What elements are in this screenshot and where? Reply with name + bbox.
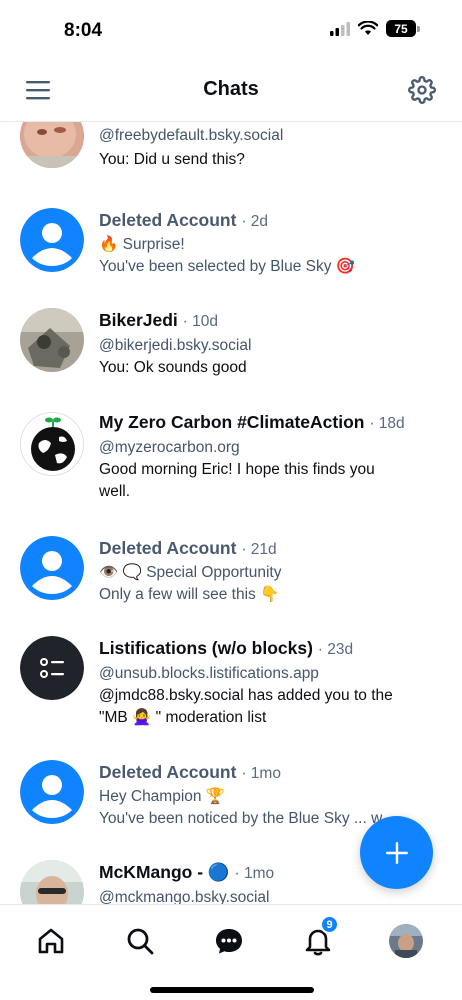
gear-icon (408, 76, 436, 104)
chat-time: · 10d (182, 313, 219, 330)
chat-time: · 18d (369, 415, 405, 432)
plus-icon (385, 841, 408, 864)
chat-handle: @unsub.blocks.listifications.app (99, 665, 319, 682)
chat-message: You: Ok sounds good (99, 359, 247, 376)
search-icon (127, 928, 154, 955)
home-indicator (150, 987, 314, 993)
page-title: Chats (203, 78, 259, 100)
battery-level: 75 (386, 20, 416, 37)
avatar (20, 122, 84, 168)
chat-name: Deleted Account (99, 762, 237, 782)
chat-item[interactable]: BikerJedi · 10d @bikerjedi.bsky.social Y… (0, 308, 462, 408)
chat-message-line1: 👁️ 🗨️ Special Opportunity (99, 564, 282, 581)
chat-name: BikerJedi (99, 310, 178, 330)
nav-search[interactable] (122, 923, 158, 959)
list-icon (20, 636, 84, 700)
chat-handle: @bikerjedi.bsky.social (99, 337, 252, 354)
chat-message-line2: You've been selected by Blue Sky 🎯 (99, 258, 356, 275)
default-avatar-icon (20, 760, 84, 824)
chat-list: @freebydefault.bsky.social You: Did u se… (0, 122, 462, 904)
nav-home[interactable] (33, 923, 69, 959)
nav-profile[interactable] (388, 923, 424, 959)
chat-message-line1: @jmdc88.bsky.social has added you to the (99, 687, 393, 704)
bottom-nav: 9 (0, 904, 462, 1000)
status-bar: 8:04 75 (0, 0, 462, 60)
avatar-default (20, 208, 84, 272)
chat-item[interactable]: Deleted Account · 2d 🔥 Surprise! You've … (0, 208, 462, 308)
nav-chat[interactable] (211, 923, 247, 959)
wifi-icon (358, 21, 378, 35)
chat-time: · 21d (241, 541, 277, 558)
chat-item[interactable]: Listifications (w/o blocks) · 23d @unsub… (0, 636, 462, 760)
chat-handle: @myzerocarbon.org (99, 439, 240, 456)
chat-message-line2: well. (99, 483, 131, 500)
chat-name: Listifications (w/o blocks) (99, 638, 313, 658)
chat-item[interactable]: Deleted Account · 21d 👁️ 🗨️ Special Oppo… (0, 536, 462, 636)
chat-message-line1: 🔥 Surprise! (99, 236, 185, 253)
chat-item[interactable]: @freebydefault.bsky.social You: Did u se… (0, 122, 462, 200)
avatar (20, 308, 84, 372)
nav-notifications[interactable]: 9 (300, 915, 339, 959)
chat-message-line1: Hey Champion 🏆 (99, 788, 226, 805)
avatar-default (20, 536, 84, 600)
chat-name: McKMango - 🔵 (99, 862, 230, 882)
notification-badge: 9 (320, 915, 339, 934)
status-time: 8:04 (64, 20, 103, 41)
battery-tip (417, 25, 420, 32)
battery-indicator: 75 (386, 20, 420, 37)
chat-item[interactable]: My Zero Carbon #ClimateAction · 18d @myz… (0, 410, 462, 534)
avatar-default (20, 760, 84, 824)
chat-name: My Zero Carbon #ClimateAction (99, 412, 365, 432)
chat-message-line2: "MB 🙅‍♀️ " moderation list (99, 709, 267, 726)
default-avatar-icon (20, 536, 84, 600)
status-icons: 75 (330, 20, 420, 37)
chat-message: You: Did u send this? (99, 151, 245, 168)
default-avatar-icon (20, 208, 84, 272)
chat-message-line2: Only a few will see this 👇 (99, 586, 280, 603)
chat-time: · 23d (317, 641, 354, 658)
chat-handle: @freebydefault.bsky.social (99, 127, 284, 144)
home-icon (38, 928, 64, 954)
chat-time: · 2d (241, 213, 269, 230)
signal-icon (330, 21, 350, 36)
settings-button[interactable] (408, 76, 436, 104)
chat-message-line1: Good morning Eric! I hope this finds you (99, 461, 375, 478)
chat-handle: @mckmango.bsky.social (99, 889, 270, 904)
profile-avatar (389, 924, 423, 958)
chat-time: · 1mo (241, 765, 281, 782)
avatar (20, 636, 84, 700)
avatar (20, 860, 84, 904)
avatar (20, 412, 84, 476)
chat-name: Deleted Account (99, 210, 237, 230)
chat-icon (216, 929, 242, 954)
chat-time: · 1mo (234, 865, 275, 882)
new-chat-button[interactable] (360, 816, 433, 889)
chat-name: Deleted Account (99, 538, 237, 558)
header: Chats (0, 60, 462, 122)
